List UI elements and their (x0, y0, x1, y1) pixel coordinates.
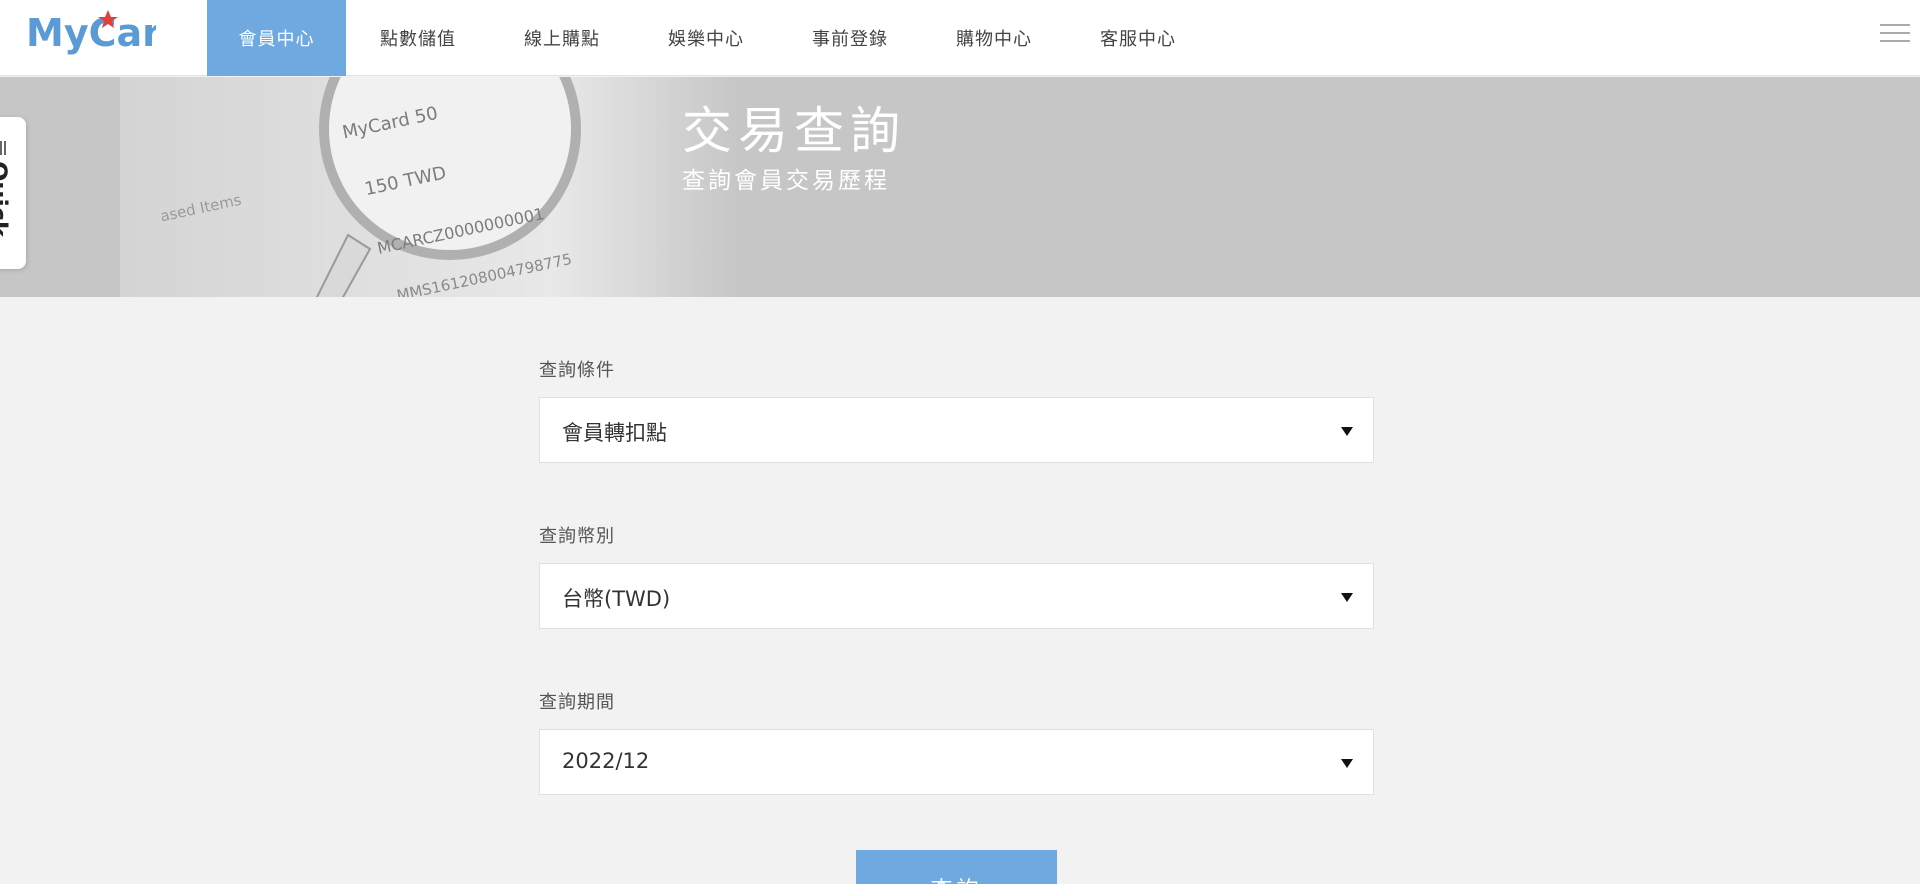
currency-select[interactable]: 台幣(TWD) (539, 563, 1374, 629)
currency-value: 台幣(TWD) (562, 587, 671, 611)
caret-down-icon (1341, 759, 1353, 768)
period-value: 2022/12 (562, 749, 650, 773)
hamburger-icon[interactable] (1880, 24, 1910, 46)
nav-entertainment[interactable]: 娛樂中心 (634, 0, 778, 76)
nav-customer-service[interactable]: 客服中心 (1066, 0, 1210, 76)
nav-member-center[interactable]: 會員中心 (207, 0, 346, 76)
main-nav: 會員中心 點數儲值 線上購點 娛樂中心 事前登錄 購物中心 客服中心 (207, 0, 1210, 76)
currency-label: 查詢幣別 (539, 526, 615, 547)
magnifier-illustration: ased Items mbar MyCard 50 150 TWD MCARCZ… (120, 77, 740, 297)
page-banner: ased Items mbar MyCard 50 150 TWD MCARCZ… (0, 77, 1920, 297)
caret-down-icon (1341, 593, 1353, 602)
nav-shopping[interactable]: 購物中心 (922, 0, 1066, 76)
query-submit-button[interactable]: 查詢 (856, 850, 1057, 884)
grip-icon (0, 141, 6, 155)
page-title: 交易查詢 (682, 102, 906, 160)
logo-text: MyCard (26, 11, 156, 55)
mycard-logo[interactable]: MyCard (26, 8, 156, 64)
condition-select[interactable]: 會員轉扣點 (539, 397, 1374, 463)
caret-down-icon (1341, 427, 1353, 436)
quick-tab-label: Quick (0, 161, 12, 237)
period-select[interactable]: 2022/12 (539, 729, 1374, 795)
nav-online-purchase[interactable]: 線上購點 (490, 0, 634, 76)
period-label: 查詢期間 (539, 692, 615, 713)
condition-value: 會員轉扣點 (562, 421, 667, 445)
nav-pre-registration[interactable]: 事前登錄 (778, 0, 922, 76)
top-navigation-bar: MyCard 會員中心 點數儲值 線上購點 娛樂中心 事前登錄 購物中心 客服中… (0, 0, 1920, 76)
condition-label: 查詢條件 (539, 360, 615, 381)
quick-menu-tab[interactable]: Quick (0, 117, 26, 269)
nav-points-topup[interactable]: 點數儲值 (346, 0, 490, 76)
page-subtitle: 查詢會員交易歷程 (682, 168, 890, 194)
